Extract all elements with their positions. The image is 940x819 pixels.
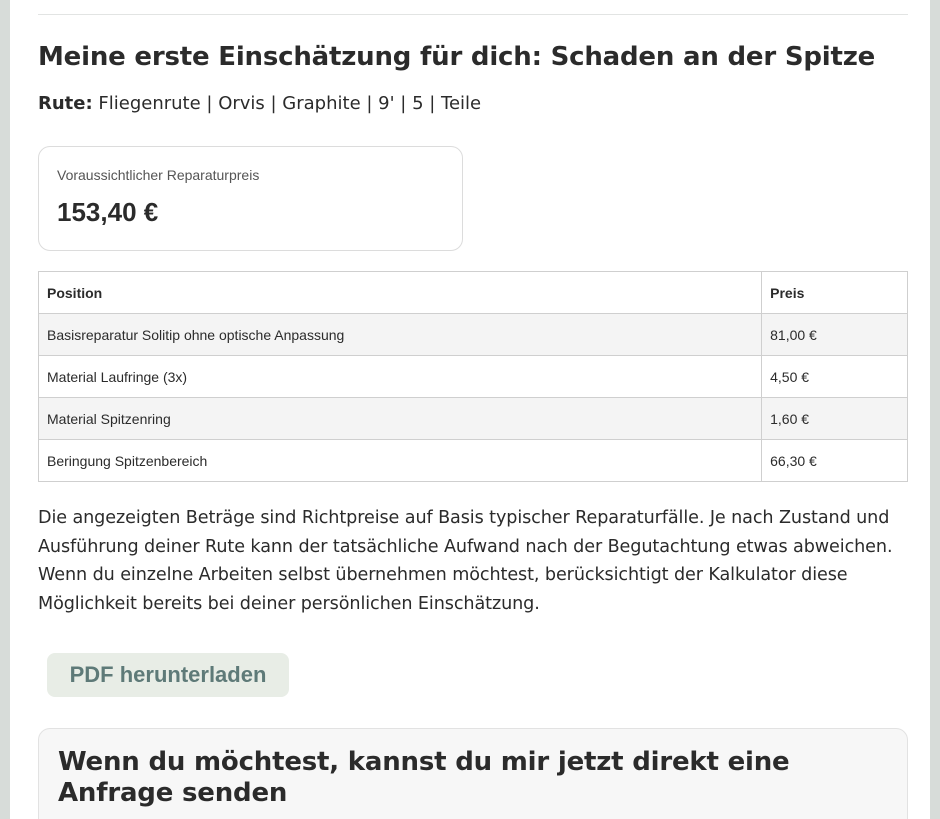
position-cell: Basisreparatur Solitip ohne optische Anp… xyxy=(37,313,763,356)
price-value: 153,40 € xyxy=(57,197,159,227)
table-row: Basisreparatur Solitip ohne optische Anp… xyxy=(37,313,908,356)
inquiry-panel: Wenn du möchtest, kannst du mir jetzt di… xyxy=(38,728,908,819)
price-summary-box: Voraussichtlicher Reparaturpreis 153,40 … xyxy=(38,146,463,251)
position-cell: Material Laufringe (3x) xyxy=(37,355,763,398)
price-disclaimer: Die angezeigten Beträge sind Richtpreise… xyxy=(38,508,893,614)
table-header-row: Position Preis xyxy=(37,271,908,314)
column-header-price: Preis xyxy=(761,271,908,314)
pdf-download-button[interactable]: PDF herunterladen xyxy=(47,653,289,697)
table-row: Beringung Spitzenbereich 66,30 € xyxy=(37,439,908,482)
price-cell: 4,50 € xyxy=(761,355,908,398)
price-cell: 66,30 € xyxy=(761,439,908,482)
rute-label: Rute: xyxy=(38,93,93,114)
positions-table: Position Preis Basisreparatur Solitip oh… xyxy=(37,271,908,482)
price-cell: 81,00 € xyxy=(761,313,908,356)
estimate-card: Meine erste Einschätzung für dich: Schad… xyxy=(10,0,930,819)
page-title: Meine erste Einschätzung für dich: Schad… xyxy=(38,42,876,72)
rute-summary: Rute: Fliegenrute | Orvis | Graphite | 9… xyxy=(38,92,481,116)
position-cell: Material Spitzenring xyxy=(37,397,763,440)
table-row: Material Spitzenring 1,60 € xyxy=(37,397,908,440)
position-cell: Beringung Spitzenbereich xyxy=(37,439,763,482)
rute-value: Fliegenrute | Orvis | Graphite | 9' | 5 … xyxy=(92,93,482,114)
divider xyxy=(38,14,908,15)
column-header-position: Position xyxy=(37,271,763,314)
inquiry-heading: Wenn du möchtest, kannst du mir jetzt di… xyxy=(58,747,790,808)
table-row: Material Laufringe (3x) 4,50 € xyxy=(37,355,908,398)
price-cell: 1,60 € xyxy=(761,397,908,440)
price-label: Voraussichtlicher Reparaturpreis xyxy=(57,167,260,183)
